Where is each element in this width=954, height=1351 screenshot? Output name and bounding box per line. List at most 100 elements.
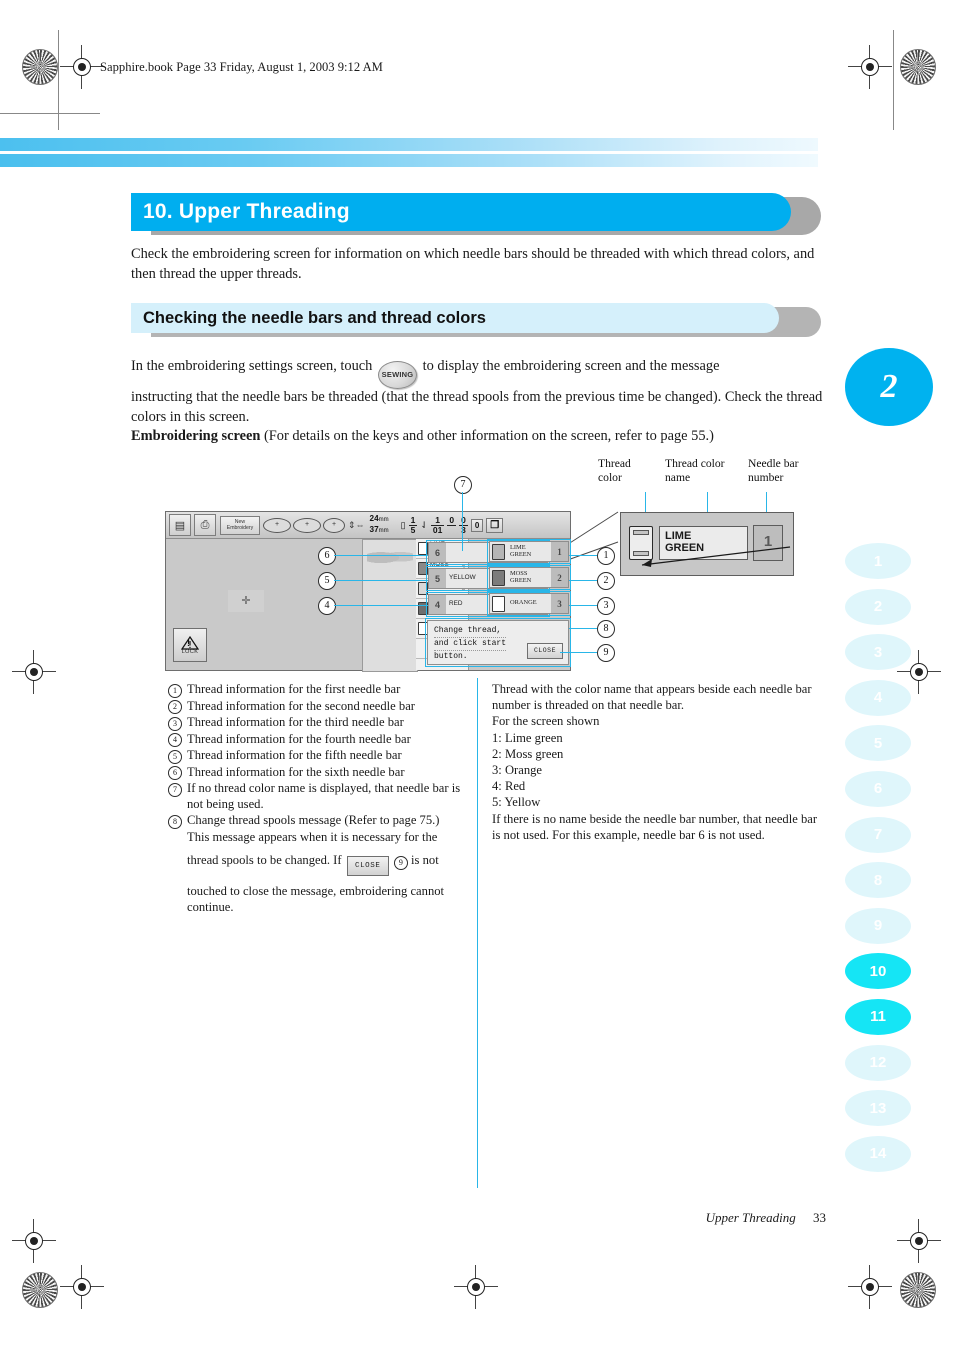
warning-triangle-icon [181, 635, 199, 650]
legend-item-number: 6 [168, 766, 182, 780]
side-index-pill-12[interactable]: 12 [845, 1044, 911, 1081]
thread-key-spool-icon [492, 569, 505, 586]
legend-item-number: 2 [168, 700, 182, 714]
thread-key-number: 3 [551, 594, 568, 613]
change-thread-message-box: Change thread, and click start button. C… [425, 618, 571, 667]
manual-help-icon[interactable]: ❐ [486, 517, 504, 533]
time-total: 3 [461, 524, 466, 535]
side-index-pill-14[interactable]: 14 [845, 1135, 911, 1172]
callout-1: 1 [597, 547, 615, 565]
settings-list-icon[interactable]: ▤ [169, 514, 191, 536]
thread-key-number: 1 [551, 542, 568, 561]
legend-item-text: Change thread spools message (Refer to p… [187, 812, 470, 915]
needle-position-icon: ✛ [228, 590, 264, 612]
callout-7-leader [462, 492, 463, 551]
pattern-height-unit: mm [378, 528, 389, 534]
needle-color-list-item: 5: Yellow [492, 795, 541, 810]
legend-item-text: Thread information for the fourth needle… [187, 731, 411, 746]
legend-item-7: 7 If no thread color name is displayed, … [168, 780, 470, 812]
registration-target-top-right [848, 45, 892, 89]
detail-pointer-arrow [641, 546, 791, 567]
trim-line-left [58, 30, 59, 130]
callout-2: 2 [597, 572, 615, 590]
legend-item-number: 4 [168, 733, 182, 747]
color-list-spool-icon [418, 582, 428, 595]
callout-6-leader [334, 555, 428, 556]
color-count-current: 1 [408, 514, 418, 526]
stitch-remaining-fraction: 0 [447, 515, 457, 535]
subsection-title-bar: Checking the needle bars and thread colo… [131, 303, 779, 333]
explanation-paragraph-2: For the screen shown [492, 714, 600, 729]
needle-icon: ⇃ [420, 519, 428, 530]
chapter-marker: 2 [845, 348, 933, 426]
side-index-pill-3[interactable]: 3 [845, 634, 911, 671]
legend-item-6: 6 Thread information for the sixth needl… [168, 764, 470, 780]
thread-key-3[interactable]: ORANGE 3 [487, 591, 571, 616]
file-stamp: Sapphire.book Page 33 Friday, August 1, … [100, 60, 383, 74]
spool-icon: ▯ [400, 519, 406, 530]
needle-color-list-item: 1: Lime green [492, 730, 563, 745]
legend-item-number: 3 [168, 716, 182, 731]
pattern-shape-icons: + + + [263, 517, 345, 533]
pattern-ellipse-icon-2: + [293, 517, 321, 533]
pattern-width-unit: mm [378, 517, 389, 523]
trim-line-right [893, 30, 894, 130]
side-index-pill-2[interactable]: 2 [845, 588, 911, 625]
trim-line-top-left-h [0, 113, 100, 114]
callout-4-leader [334, 605, 428, 606]
explanation-paragraph-3: If there is no name beside the needle ba… [492, 811, 818, 842]
side-index-pill-11[interactable]: 11 [845, 998, 911, 1035]
side-index-pill-4[interactable]: 4 [845, 679, 911, 716]
registration-rosette-bottom-right [900, 1272, 936, 1308]
legend-item-number: 7 [168, 782, 182, 797]
registration-target-bottom-right [897, 1219, 941, 1263]
legend-item-5: 5 Thread information for the fifth needl… [168, 747, 470, 764]
instruction-paragraph-2: instructing that the needle bars be thre… [131, 388, 826, 447]
thread-key-number: 4 [429, 595, 446, 614]
side-index-pill-6[interactable]: 6 [845, 770, 911, 807]
detail-label-thread-color-name: Thread color name [665, 457, 725, 484]
explanation-paragraph-1: Thread with the color name that appears … [492, 682, 812, 713]
needle-color-list-item: 4: Red [492, 779, 526, 794]
side-index-pill-7[interactable]: 7 [845, 816, 911, 853]
needle-color-list-item: 2: Moss green [492, 746, 564, 761]
side-index-tabs[interactable]: 1 2 3 4 5 6 7 8 9 10 11 12 13 14 [845, 543, 911, 1181]
color-list-spool-icon [418, 562, 428, 575]
pattern-ellipse-icon-1: + [263, 517, 291, 533]
callout-4: 4 [318, 597, 336, 615]
pattern-dimensions: 24mm 37mm [370, 514, 389, 536]
printer-icon[interactable]: ⎙ [194, 514, 216, 536]
chapter-number: 2 [880, 368, 898, 405]
side-index-pill-1[interactable]: 1 [845, 543, 911, 579]
inline-callout-9: 9 [393, 855, 408, 870]
callout-9: 9 [597, 644, 615, 662]
stitch-remaining-unit [447, 526, 456, 535]
detail-label-needle-bar-number: Needle bar number [748, 457, 799, 484]
side-index-pill-5[interactable]: 5 [845, 725, 911, 762]
callout-5: 5 [318, 572, 336, 590]
legend-item-text: If no thread color name is displayed, th… [187, 781, 461, 812]
thread-key-number: 2 [551, 568, 568, 587]
callout-2-leader [569, 580, 597, 581]
page-banner-bar-upper [0, 138, 818, 151]
design-preview-artwork [367, 548, 413, 564]
legend-list: 1 Thread information for the first needl… [168, 681, 470, 915]
callout-1-leader [569, 555, 597, 556]
instruction-text-continued: instructing that the needle bars be thre… [131, 389, 823, 425]
new-embroidery-button[interactable]: New Embroidery [220, 515, 260, 535]
thread-key-2[interactable]: MOSS GREEN 2 [487, 565, 571, 590]
side-index-pill-9[interactable]: 9 [845, 907, 911, 944]
legend-item-1: 1 Thread information for the first needl… [168, 681, 470, 698]
instruction-paragraph-1: In the embroidering settings screen, tou… [131, 357, 826, 389]
lock-button[interactable]: LOCK [173, 628, 207, 662]
callout-6: 6 [318, 547, 336, 565]
side-index-pill-13[interactable]: 13 [845, 1090, 911, 1127]
callout-3-leader [569, 605, 597, 606]
side-index-pill-10[interactable]: 10 [845, 953, 911, 990]
needle-color-list-item: 3: Orange [492, 763, 543, 778]
close-button[interactable]: CLOSE [527, 643, 563, 659]
side-index-pill-8[interactable]: 8 [845, 862, 911, 899]
thread-key-1[interactable]: LIME GREEN 1 [487, 539, 571, 564]
message-line-1: Change thread, [434, 625, 507, 638]
page-title: 10. Upper Threading [143, 200, 350, 223]
